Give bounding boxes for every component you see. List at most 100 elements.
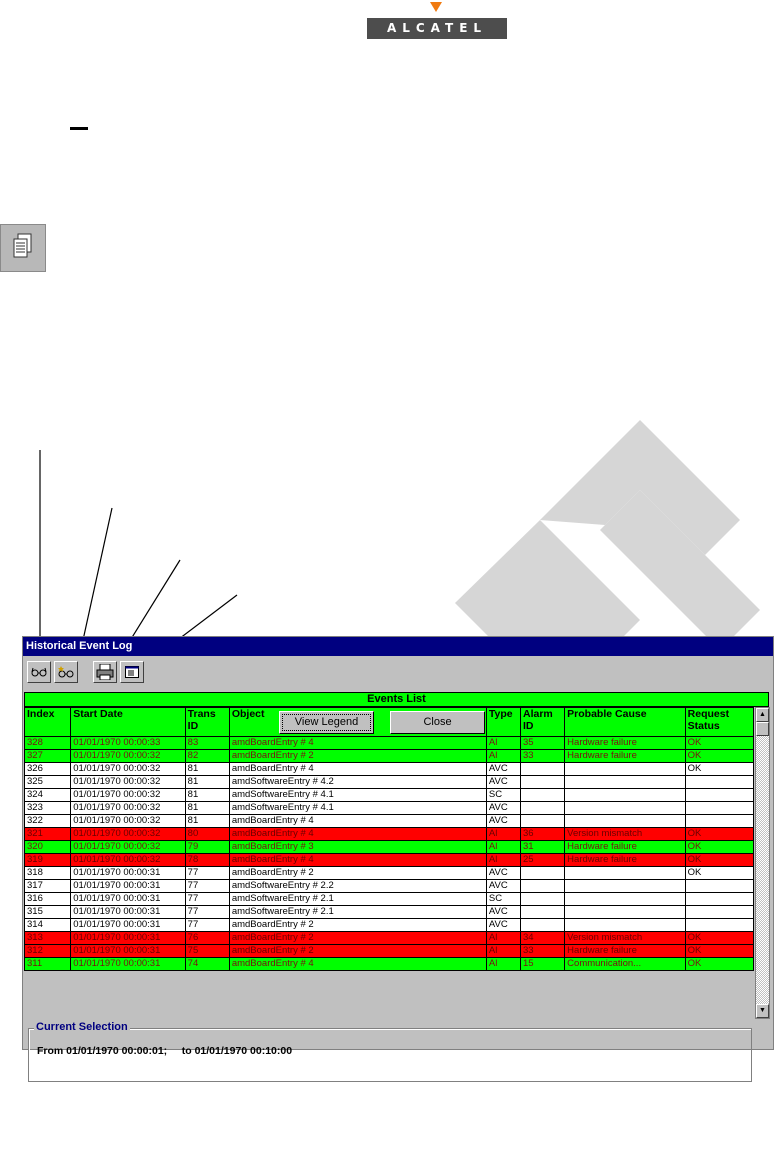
table-cell: 77: [184, 879, 230, 893]
table-cell: 01/01/1970 00:00:32: [70, 749, 186, 763]
table-cell: 01/01/1970 00:00:31: [70, 918, 186, 932]
table-cell: Hardware failure: [564, 840, 686, 854]
table-row[interactable]: 320 01/01/1970 00:00:32 79 amdBoardEntry # …: [23, 840, 755, 854]
current-selection-group: Current Selection From 01/01/1970 00:00:…: [28, 1021, 752, 1082]
document-icon: [0, 224, 46, 272]
table-cell: 81: [184, 788, 230, 802]
table-cell: 325: [23, 775, 72, 789]
column-header[interactable]: Trans ID: [184, 707, 230, 737]
table-row[interactable]: 315 01/01/1970 00:00:31 77 amdSoftwareEntry…: [23, 905, 755, 919]
table-cell: OK: [684, 762, 755, 776]
table-cell: [519, 892, 566, 906]
table-cell: amdSoftwareEntry # 4.1: [228, 788, 487, 802]
table-cell: amdBoardEntry # 2: [228, 944, 487, 958]
table-cell: OK: [684, 736, 755, 750]
column-header[interactable]: Start Date: [70, 707, 186, 737]
table-row[interactable]: 326 01/01/1970 00:00:32 81 amdBoardEntry # …: [23, 762, 755, 776]
table-row[interactable]: 312 01/01/1970 00:00:31 75 amdBoardEntry # …: [23, 944, 755, 958]
table-cell: Communication...: [564, 957, 686, 971]
table-row[interactable]: 322 01/01/1970 00:00:32 81 amdBoardEntry # …: [23, 814, 755, 828]
table-cell: 01/01/1970 00:00:31: [70, 905, 186, 919]
table-cell: amdBoardEntry # 4: [228, 814, 487, 828]
table-cell: Version mismatch: [564, 931, 686, 945]
table-row[interactable]: 317 01/01/1970 00:00:31 77 amdSoftwareEntry…: [23, 879, 755, 893]
table-cell: 322: [23, 814, 72, 828]
table-cell: 75: [184, 944, 230, 958]
table-cell: 01/01/1970 00:00:31: [70, 892, 186, 906]
table-cell: 328: [23, 736, 72, 750]
column-header[interactable]: Request Status: [684, 707, 755, 737]
table-row[interactable]: 327 01/01/1970 00:00:32 82 amdBoardEntry # …: [23, 749, 755, 763]
table-cell: [519, 762, 566, 776]
table-cell: SC: [485, 788, 522, 802]
table-cell: 25: [519, 853, 566, 867]
print-button[interactable]: [93, 661, 117, 683]
table-cell: 82: [184, 749, 230, 763]
table-row[interactable]: 314 01/01/1970 00:00:31 77 amdBoardEntry # …: [23, 918, 755, 932]
table-cell: 01/01/1970 00:00:31: [70, 931, 186, 945]
table-cell: amdBoardEntry # 3: [228, 840, 487, 854]
table-row[interactable]: 319 01/01/1970 00:00:32 78 amdBoardEntry # …: [23, 853, 755, 867]
table-row[interactable]: 318 01/01/1970 00:00:31 77 amdBoardEntry # …: [23, 866, 755, 880]
table-cell: [684, 905, 755, 919]
events-scrollbar[interactable]: ▲ ▼: [755, 707, 770, 1019]
table-row[interactable]: 313 01/01/1970 00:00:31 76 amdBoardEntry # …: [23, 931, 755, 945]
table-cell: 31: [519, 840, 566, 854]
details-button[interactable]: [120, 661, 144, 683]
table-cell: [519, 801, 566, 815]
details-icon: [125, 666, 139, 678]
table-cell: Hardware failure: [564, 944, 686, 958]
table-cell: amdBoardEntry # 4: [228, 736, 487, 750]
close-button[interactable]: Close: [390, 711, 485, 734]
table-cell: AVC: [485, 814, 522, 828]
table-cell: 321: [23, 827, 72, 841]
view-events-button[interactable]: [27, 661, 51, 683]
table-cell: [564, 775, 686, 789]
view-new-events-button[interactable]: [54, 661, 78, 683]
table-cell: [519, 788, 566, 802]
table-cell: [564, 762, 686, 776]
table-cell: amdBoardEntry # 4: [228, 762, 487, 776]
table-row[interactable]: 323 01/01/1970 00:00:32 81 amdSoftwareEntry…: [23, 801, 755, 815]
scroll-up-arrow-icon[interactable]: ▲: [756, 708, 769, 722]
table-row[interactable]: 311 01/01/1970 00:00:31 74 amdBoardEntry # …: [23, 957, 755, 971]
table-cell: amdBoardEntry # 4: [228, 853, 487, 867]
table-cell: 78: [184, 853, 230, 867]
table-cell: 01/01/1970 00:00:33: [70, 736, 186, 750]
table-cell: amdBoardEntry # 2: [228, 866, 487, 880]
table-cell: 81: [184, 801, 230, 815]
table-cell: 36: [519, 827, 566, 841]
logo-triangle: [430, 2, 442, 12]
table-row[interactable]: 321 01/01/1970 00:00:32 80 amdBoardEntry # …: [23, 827, 755, 841]
table-row[interactable]: 316 01/01/1970 00:00:31 77 amdSoftwareEntry…: [23, 892, 755, 906]
table-cell: 01/01/1970 00:00:31: [70, 866, 186, 880]
table-cell: [564, 814, 686, 828]
scroll-down-arrow-icon[interactable]: ▼: [756, 1004, 769, 1018]
table-cell: Al: [485, 840, 522, 854]
table-cell: 80: [184, 827, 230, 841]
table-cell: OK: [684, 840, 755, 854]
scroll-thumb[interactable]: [756, 722, 769, 736]
column-header[interactable]: Alarm ID: [519, 707, 566, 737]
table-cell: [519, 879, 566, 893]
table-cell: OK: [684, 827, 755, 841]
table-cell: 314: [23, 918, 72, 932]
table-row[interactable]: 328 01/01/1970 00:00:33 83 amdBoardEntry # …: [23, 736, 755, 750]
table-row[interactable]: 325 01/01/1970 00:00:32 81 amdSoftwareEntry…: [23, 775, 755, 789]
table-cell: AVC: [485, 905, 522, 919]
column-header[interactable]: Type: [485, 707, 522, 737]
table-cell: Hardware failure: [564, 853, 686, 867]
table-cell: OK: [684, 866, 755, 880]
window-title: Historical Event Log: [23, 637, 773, 656]
column-header[interactable]: Index: [23, 707, 72, 737]
table-row[interactable]: 324 01/01/1970 00:00:32 81 amdSoftwareEntry…: [23, 788, 755, 802]
table-cell: 81: [184, 814, 230, 828]
view-legend-button[interactable]: View Legend: [279, 711, 374, 734]
table-cell: amdBoardEntry # 4: [228, 957, 487, 971]
column-header[interactable]: Probable Cause: [564, 707, 686, 737]
table-cell: 320: [23, 840, 72, 854]
table-cell: [564, 788, 686, 802]
table-cell: AVC: [485, 866, 522, 880]
table-cell: amdSoftwareEntry # 4.1: [228, 801, 487, 815]
table-cell: 315: [23, 905, 72, 919]
